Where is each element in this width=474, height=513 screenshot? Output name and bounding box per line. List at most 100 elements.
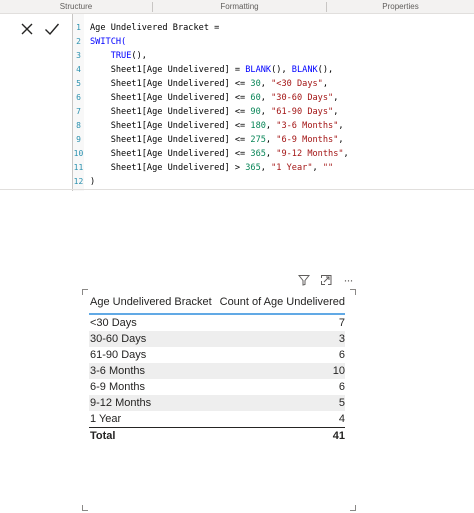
code-line: 3 TRUE(), bbox=[73, 49, 474, 63]
table-row[interactable]: <30 Days 7 bbox=[89, 315, 345, 331]
dax-token: Sheet1[Age Undelivered] <= bbox=[90, 121, 251, 131]
dax-token: , bbox=[260, 79, 272, 89]
column-header-count[interactable]: Count of Age Undelivered bbox=[220, 296, 345, 308]
table-visual[interactable]: Age Undelivered Bracket Count of Age Und… bbox=[82, 289, 356, 511]
code-text: SWITCH( bbox=[90, 35, 126, 49]
count-cell: 10 bbox=[332, 365, 345, 377]
dax-code-editor[interactable]: 1 Age Undelivered Bracket = 2 SWITCH(3 TRUE… bbox=[73, 21, 474, 189]
code-text: ) bbox=[90, 175, 95, 189]
bracket-cell: 1 Year bbox=[90, 413, 122, 425]
line-number: 5 bbox=[76, 79, 81, 88]
dax-token: Sheet1[Age Undelivered] = bbox=[90, 65, 246, 75]
table-row[interactable]: 61-90 Days 6 bbox=[89, 347, 345, 363]
table-row[interactable]: 1 Year 4 bbox=[89, 411, 345, 427]
dax-token: , bbox=[343, 149, 349, 159]
column-header-bracket[interactable]: Age Undelivered Bracket bbox=[90, 296, 212, 308]
dax-number: 365 bbox=[245, 163, 261, 173]
bracket-cell: 3-6 Months bbox=[90, 365, 146, 377]
code-line: 8 Sheet1[Age Undelivered] <= 180, "3-6 M… bbox=[73, 119, 474, 133]
dax-token: Sheet1[Age Undelivered] > bbox=[90, 163, 246, 173]
dax-token: Sheet1[Age Undelivered] <= bbox=[90, 107, 251, 117]
line-number: 1 bbox=[76, 23, 81, 32]
table-grid: Age Undelivered Bracket Count of Age Und… bbox=[89, 292, 345, 444]
dax-token: , bbox=[265, 135, 277, 145]
count-cell: 4 bbox=[338, 413, 345, 425]
total-value: 41 bbox=[332, 430, 345, 442]
dax-token: (), bbox=[271, 65, 292, 75]
table-row[interactable]: 30-60 Days 3 bbox=[89, 331, 345, 347]
code-line: 4 Sheet1[Age Undelivered] = BLANK(), BLA… bbox=[73, 63, 474, 77]
dax-token: , bbox=[338, 121, 344, 131]
dax-token: Sheet1[Age Undelivered] <= bbox=[90, 149, 251, 159]
dax-string: "61-90 Days" bbox=[271, 107, 334, 117]
line-number: 8 bbox=[76, 121, 81, 130]
dax-token: , bbox=[260, 163, 272, 173]
selection-corner bbox=[82, 505, 88, 511]
dax-string: "1 Year" bbox=[271, 163, 313, 173]
dax-token: (), bbox=[317, 65, 334, 75]
dax-token: , bbox=[333, 107, 339, 117]
dax-token: Sheet1[Age Undelivered] <= bbox=[90, 135, 251, 145]
dax-token: ) bbox=[90, 177, 96, 187]
table-header-row: Age Undelivered Bracket Count of Age Und… bbox=[89, 292, 345, 315]
filter-button[interactable] bbox=[297, 273, 311, 287]
dax-token: , bbox=[265, 149, 277, 159]
tab-properties[interactable]: Properties bbox=[327, 0, 474, 14]
code-line: 2 SWITCH( bbox=[73, 35, 474, 49]
more-options-button[interactable]: ··· bbox=[339, 273, 357, 287]
bracket-cell: 61-90 Days bbox=[90, 349, 147, 361]
table-row[interactable]: 3-6 Months 10 bbox=[89, 363, 345, 379]
count-cell: 6 bbox=[338, 349, 345, 361]
code-line: 12) bbox=[73, 175, 474, 189]
more-options-icon: ··· bbox=[343, 273, 354, 287]
table-row[interactable]: 9-12 Months 5 bbox=[89, 395, 345, 411]
dax-number: 180 bbox=[250, 121, 266, 131]
count-cell: 6 bbox=[338, 381, 345, 393]
bracket-cell: 9-12 Months bbox=[90, 397, 152, 409]
dax-number: 30 bbox=[250, 79, 261, 89]
line-number: 6 bbox=[76, 93, 81, 102]
filter-icon bbox=[298, 275, 310, 286]
dax-string: "" bbox=[322, 163, 334, 173]
cancel-formula-button[interactable] bbox=[18, 20, 36, 38]
code-text: Sheet1[Age Undelivered] <= 365, "9-12 Mo… bbox=[90, 147, 349, 161]
dax-token: Sheet1[Age Undelivered] <= bbox=[90, 93, 251, 103]
bracket-cell: 30-60 Days bbox=[90, 333, 147, 345]
dax-token: , bbox=[260, 107, 272, 117]
code-line: 1 Age Undelivered Bracket = bbox=[73, 21, 474, 35]
table-row[interactable]: 6-9 Months 6 bbox=[89, 379, 345, 395]
dax-string: "6-9 Months" bbox=[276, 135, 339, 145]
line-number: 4 bbox=[76, 65, 81, 74]
tab-structure[interactable]: Structure bbox=[0, 0, 152, 14]
dax-token: , bbox=[260, 93, 272, 103]
line-number: 10 bbox=[73, 149, 84, 158]
dax-string: "9-12 Months" bbox=[276, 149, 344, 159]
count-cell: 5 bbox=[338, 397, 345, 409]
line-number: 12 bbox=[73, 177, 84, 186]
dax-token: , bbox=[322, 79, 329, 89]
dax-token: , bbox=[265, 121, 277, 131]
code-text: Sheet1[Age Undelivered] <= 275, "6-9 Mon… bbox=[90, 133, 344, 147]
commit-formula-button[interactable] bbox=[43, 20, 61, 38]
code-text: Sheet1[Age Undelivered] <= 30, "<30 Days… bbox=[90, 77, 328, 91]
count-cell: 3 bbox=[338, 333, 345, 345]
selection-corner bbox=[350, 505, 356, 511]
dax-token: , bbox=[338, 135, 344, 145]
total-label: Total bbox=[90, 430, 116, 442]
bracket-cell: <30 Days bbox=[90, 317, 137, 329]
focus-mode-button[interactable] bbox=[319, 273, 333, 287]
dax-token: Sheet1[Age Undelivered] <= bbox=[90, 79, 251, 89]
dax-token bbox=[90, 51, 111, 61]
code-line: 7 Sheet1[Age Undelivered] <= 90, "61-90 … bbox=[73, 105, 474, 119]
close-icon bbox=[21, 23, 33, 35]
tab-formatting[interactable]: Formatting bbox=[153, 0, 326, 14]
line-number: 7 bbox=[76, 107, 81, 116]
code-line: 11 Sheet1[Age Undelivered] > 365, "1 Yea… bbox=[73, 161, 474, 175]
table-total-row: Total 41 bbox=[89, 427, 345, 444]
focus-mode-icon bbox=[321, 275, 332, 285]
dax-keyword: TRUE bbox=[110, 51, 132, 61]
dax-number: 90 bbox=[250, 107, 261, 117]
dax-number: 60 bbox=[250, 93, 261, 103]
code-text: Age Undelivered Bracket = bbox=[90, 21, 219, 35]
line-number: 11 bbox=[73, 163, 84, 172]
